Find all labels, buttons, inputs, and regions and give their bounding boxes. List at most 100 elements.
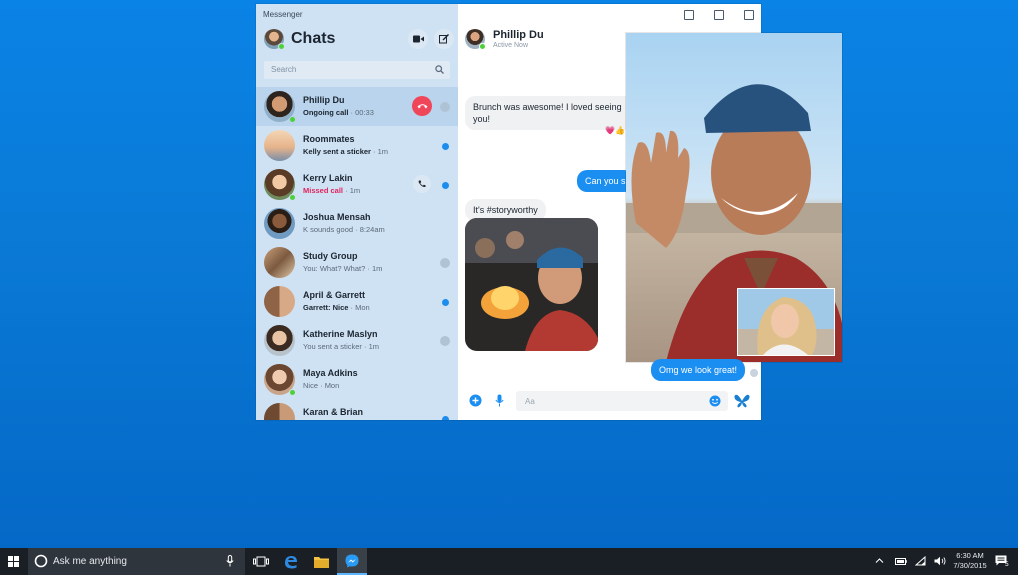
compose-button[interactable]: [434, 29, 454, 49]
contact-name: Katherine Maslyn: [303, 329, 378, 339]
windows-start-icon: [8, 556, 19, 567]
new-video-call-button[interactable]: [408, 29, 428, 49]
messenger-taskbar-button[interactable]: [337, 548, 367, 575]
microphone-icon[interactable]: [226, 555, 234, 567]
clock-time: 6:30 AM: [956, 551, 984, 560]
contact-name: Joshua Mensah: [303, 212, 371, 222]
microphone-icon[interactable]: [495, 394, 504, 407]
conversation-item[interactable]: Karan & Brian: [256, 399, 458, 420]
avatar: [264, 130, 295, 161]
chevron-up-icon[interactable]: [875, 556, 884, 565]
online-indicator: [289, 389, 296, 396]
contact-name: Phillip Du: [493, 29, 544, 41]
avatar: [264, 169, 296, 201]
butterfly-sticker-icon[interactable]: [734, 394, 750, 408]
window-control-close[interactable]: [744, 10, 754, 20]
unread-indicator: [442, 299, 449, 306]
window-control-minimize[interactable]: [684, 10, 694, 20]
conversation-preview: K sounds good · 8:24am: [303, 225, 385, 234]
cortana-icon: [34, 554, 48, 568]
photo-message[interactable]: [465, 218, 598, 351]
conversation-item[interactable]: Kerry Lakin Missed call · 1m: [256, 165, 458, 204]
contact-name: April & Garrett: [303, 290, 366, 300]
file-explorer-taskbar-button[interactable]: [306, 548, 336, 575]
conversation-preview: Kelly sent a sticker · 1m: [303, 147, 389, 156]
conversation-preview: Ongoing call · 00:33: [303, 108, 374, 117]
emoji-icon[interactable]: [709, 395, 721, 407]
message-input[interactable]: Aa: [516, 391, 728, 411]
conversation-item[interactable]: Phillip Du Ongoing call · 00:33: [256, 87, 458, 126]
online-indicator: [479, 43, 486, 50]
plus-icon[interactable]: [469, 394, 482, 407]
my-avatar[interactable]: [264, 29, 285, 50]
contact-name: Kerry Lakin: [303, 173, 353, 183]
compose-icon: [439, 34, 449, 44]
search-input[interactable]: Search: [264, 61, 450, 79]
contact-avatar[interactable]: [465, 29, 486, 50]
message-bubble-incoming: Brunch was awesome! I loved seeing you!: [465, 96, 635, 130]
conversation-item[interactable]: April & Garrett Garrett: Nice · Mon: [256, 282, 458, 321]
volume-icon[interactable]: [934, 556, 946, 566]
system-clock[interactable]: 6:30 AM 7/30/2015: [950, 551, 990, 571]
notification-count: 5: [1005, 561, 1009, 568]
online-indicator: [289, 116, 296, 123]
avatar: [264, 325, 295, 356]
unread-indicator: [442, 143, 449, 150]
conversation-item[interactable]: Study Group You: What? What? · 1m: [256, 243, 458, 282]
online-indicator: [278, 43, 285, 50]
wifi-icon[interactable]: [915, 556, 926, 566]
chats-title: Chats: [291, 30, 336, 47]
task-view-icon: [253, 556, 269, 567]
clock-date: 7/30/2015: [953, 561, 987, 570]
contact-name: Study Group: [303, 251, 358, 261]
window-control-maximize[interactable]: [714, 10, 724, 20]
selfie-photo: [465, 218, 598, 351]
read-receipt-icon: [750, 369, 758, 377]
contact-name: Karan & Brian: [303, 407, 364, 417]
unread-indicator: [442, 416, 449, 420]
conversation-item[interactable]: Roommates Kelly sent a sticker · 1m: [256, 126, 458, 165]
chats-sidebar: Messenger Chats Search Phillip Du Ongoin…: [256, 4, 458, 420]
battery-icon[interactable]: [895, 558, 907, 565]
read-receipt-icon: [440, 258, 450, 268]
video-call-window[interactable]: [626, 33, 842, 362]
contact-name: Phillip Du: [303, 95, 345, 105]
message-reaction: 💗👍: [605, 126, 625, 135]
conversation-item[interactable]: Katherine Maslyn You sent a sticker · 1m: [256, 321, 458, 360]
avatar: [264, 91, 296, 123]
call-back-button[interactable]: [413, 175, 431, 193]
online-indicator: [289, 194, 296, 201]
conversation-preview: Garrett: Nice · Mon: [303, 303, 370, 312]
phone-icon: [418, 180, 426, 188]
cortana-search-text: Ask me anything: [53, 556, 127, 567]
avatar: [264, 247, 295, 278]
contact-status: Active Now: [493, 42, 529, 49]
conversation-item[interactable]: Joshua Mensah K sounds good · 8:24am: [256, 204, 458, 243]
windows-taskbar: Ask me anything 6:30 AM 7/30/2015 5: [0, 548, 1018, 575]
read-receipt-icon: [440, 336, 450, 346]
unread-indicator: [442, 182, 449, 189]
start-button[interactable]: [0, 548, 27, 575]
end-call-icon: [417, 104, 427, 109]
message-composer: Aa: [458, 390, 761, 420]
video-camera-icon: [412, 35, 424, 43]
chats-header: Chats: [264, 29, 454, 53]
conversation-item[interactable]: Maya Adkins Nice · Mon: [256, 360, 458, 399]
avatar: [264, 403, 295, 420]
task-view-button[interactable]: [246, 548, 276, 575]
message-placeholder: Aa: [525, 397, 535, 406]
self-video-feed[interactable]: [738, 289, 834, 355]
conversation-preview: Missed call · 1m: [303, 186, 361, 195]
cortana-search-box[interactable]: Ask me anything: [28, 548, 245, 575]
file-explorer-icon: [313, 556, 329, 568]
search-icon: [435, 65, 444, 74]
avatar: [264, 364, 296, 396]
edge-taskbar-button[interactable]: [276, 548, 306, 575]
conversation-preview: You: What? What? · 1m: [303, 264, 383, 273]
message-bubble-outgoing: Omg we look great!: [651, 359, 746, 381]
self-video-image: [738, 289, 834, 355]
end-call-button[interactable]: [412, 96, 432, 116]
action-center-button[interactable]: 5: [995, 553, 1011, 570]
avatar: [264, 286, 295, 317]
messenger-icon: [345, 554, 359, 567]
